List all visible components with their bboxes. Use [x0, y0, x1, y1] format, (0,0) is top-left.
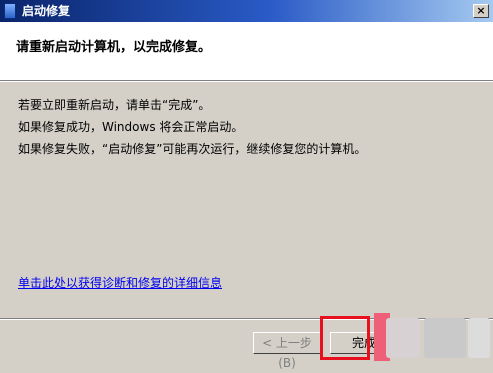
header-panel: 请重新启动计算机，以完成修复。	[0, 22, 493, 80]
instruction-line-1: 若要立即重新启动，请单击“完成”。	[18, 98, 211, 112]
instruction-line-3: 如果修复失败，“启动修复”可能再次运行，继续修复您的计算机。	[18, 142, 367, 156]
header-divider	[0, 80, 493, 82]
close-button[interactable]: ×	[473, 4, 489, 18]
redacted-region	[386, 318, 420, 358]
app-icon	[4, 3, 16, 19]
highlight-annotation	[320, 316, 370, 360]
back-button[interactable]: < 上一步(B)	[253, 332, 321, 370]
details-link[interactable]: 单击此处以获得诊断和修复的详细信息	[18, 274, 222, 291]
window-title: 启动修复	[22, 4, 71, 18]
instruction-line-2: 如果修复成功，Windows 将会正常启动。	[18, 120, 244, 134]
redacted-region	[424, 318, 466, 358]
title-bar: 启动修复 ×	[0, 0, 493, 22]
header-message: 请重新启动计算机，以完成修复。	[16, 40, 212, 55]
redacted-region	[468, 318, 490, 358]
